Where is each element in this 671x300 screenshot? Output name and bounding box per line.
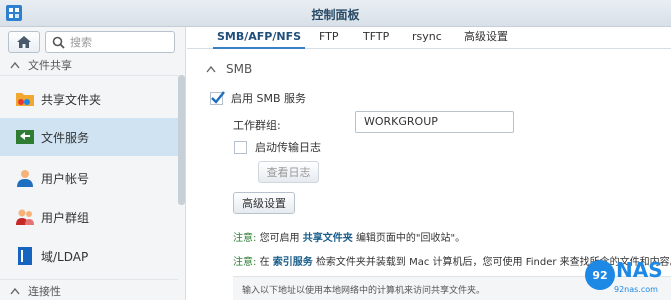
home-icon (17, 36, 31, 48)
tab-ftp[interactable]: FTP (315, 27, 343, 49)
sidebar-item-user[interactable]: 用户帐号 (0, 159, 178, 197)
transfer-log-label: 启动传输日志 (255, 141, 321, 154)
watermark-badge: 92 (585, 260, 615, 290)
search-input[interactable] (70, 34, 170, 50)
note-text: 在 (259, 257, 270, 268)
user-icon (14, 167, 36, 189)
sidebar-item-label: 用户群组 (41, 210, 90, 225)
title-bar: 控制面板 (0, 0, 671, 27)
watermark-url: 92nas.com (614, 285, 658, 294)
enable-smb-row: 启用 SMB 服务 (210, 90, 306, 106)
watermark-logo: 92 NAS 92nas.com (581, 258, 671, 300)
group-icon (14, 206, 36, 228)
section-label: 文件共享 (28, 58, 72, 72)
note-text: 您可启用 (259, 233, 300, 244)
tab-tftp[interactable]: TFTP (359, 27, 393, 49)
chevron-up-icon (206, 65, 216, 73)
shared-folder-link[interactable]: 共享文件夹 (303, 233, 353, 244)
workgroup-label: 工作群组: (233, 119, 281, 132)
home-button[interactable] (8, 31, 40, 53)
shared-folder-icon (14, 88, 36, 110)
smb-section-header[interactable]: SMB (206, 62, 252, 76)
sidebar-scrollbar[interactable] (178, 75, 185, 205)
section-connectivity[interactable]: 连接性 (0, 279, 178, 300)
tab-rsync[interactable]: rsync (408, 27, 446, 49)
advanced-settings-button[interactable]: 高级设置 (233, 192, 295, 214)
smb-section-title: SMB (226, 62, 253, 76)
sidebar-item-label: 用户帐号 (41, 171, 90, 186)
note-text: 编辑页面中的"回收站"。 (355, 233, 466, 244)
sidebar-item-file-services[interactable]: 文件服务 (0, 118, 178, 156)
enable-smb-checkbox[interactable] (210, 90, 225, 105)
watermark-brand: NAS (616, 258, 663, 282)
chevron-up-icon (10, 287, 20, 294)
sidebar-item-label: 域/LDAP (41, 249, 89, 264)
tab-advanced[interactable]: 高级设置 (460, 27, 512, 49)
enable-smb-label: 启用 SMB 服务 (231, 92, 307, 105)
transfer-log-row: 启动传输日志 (234, 139, 321, 155)
tab-smb-afp-nfs[interactable]: SMB/AFP/NFS (213, 27, 306, 49)
tab-bar: SMB/AFP/NFS FTP TFTP rsync 高级设置 (187, 27, 671, 49)
checkmark-icon (211, 90, 225, 104)
search-box[interactable] (45, 31, 175, 53)
sidebar-item-shared-folder[interactable]: 共享文件夹 (0, 80, 178, 118)
sidebar-item-group[interactable]: 用户群组 (0, 198, 178, 236)
sidebar: 文件共享 共享文件夹 文件服务 用户帐号 用户群组 域/LDAP 连接性 (0, 27, 186, 300)
section-file-sharing[interactable]: 文件共享 (0, 54, 178, 76)
section-label: 连接性 (28, 284, 61, 298)
domain-ldap-icon (14, 245, 36, 267)
sidebar-item-label: 文件服务 (41, 130, 90, 145)
search-icon (52, 36, 65, 49)
sidebar-item-label: 共享文件夹 (41, 92, 102, 107)
note-prefix: 注意: (233, 257, 257, 268)
workgroup-input[interactable]: WORKGROUP (355, 111, 514, 133)
file-services-icon (14, 126, 36, 148)
note-prefix: 注意: (233, 233, 257, 244)
view-log-button[interactable]: 查看日志 (258, 161, 319, 183)
window-title: 控制面板 (311, 8, 360, 22)
transfer-log-checkbox[interactable] (234, 140, 247, 154)
sidebar-item-domain-ldap[interactable]: 域/LDAP (0, 237, 178, 275)
note-recycle-bin: 注意: 您可启用 共享文件夹 编辑页面中的"回收站"。 (233, 229, 465, 244)
chevron-up-icon (10, 61, 20, 68)
indexing-service-link[interactable]: 索引服务 (273, 257, 313, 268)
